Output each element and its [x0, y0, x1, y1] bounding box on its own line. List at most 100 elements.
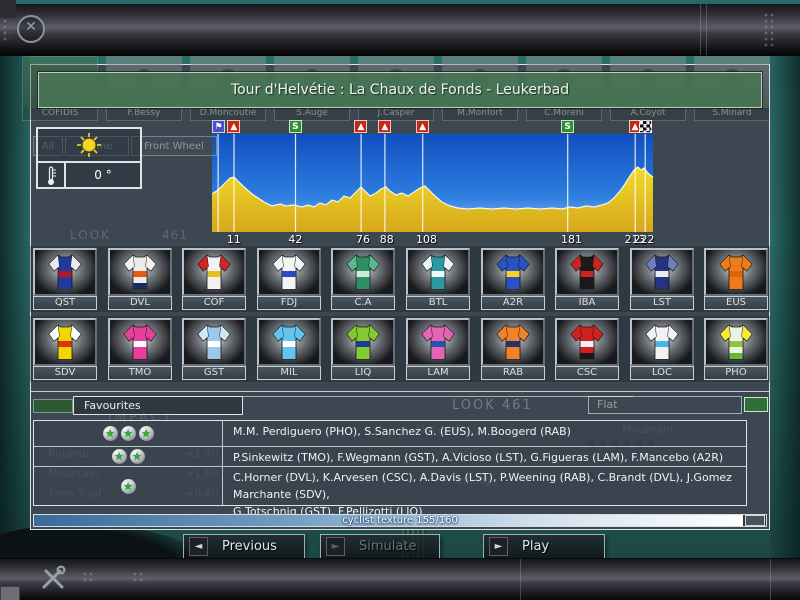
arrow-right-icon: ► — [489, 537, 508, 556]
favourites-riders-text: C.Horner (DVL), K.Arvesen (CSC), A.Davis… — [233, 471, 732, 518]
separator-line — [30, 391, 770, 392]
team-code-label: LIQ — [331, 366, 395, 380]
team-tile-MIL — [257, 318, 321, 366]
team-code-label: GST — [182, 366, 246, 380]
button-label: Play — [522, 539, 550, 554]
team-tile-C.A — [331, 248, 395, 296]
favourites-tab[interactable]: Favourites — [73, 396, 243, 415]
bg-bike-name: LOOK 461 — [452, 398, 533, 413]
button-label: Simulate — [359, 539, 417, 554]
team-tile-LOC — [630, 318, 694, 366]
team-tile-EUS — [704, 248, 768, 296]
rider-name-label: J.Casper — [359, 108, 433, 120]
team-jersey — [123, 324, 157, 360]
right-edge-shade — [770, 55, 800, 558]
previous-button[interactable]: ◄ Previous — [183, 534, 305, 559]
km-label: 88 — [379, 233, 394, 246]
team-jersey — [421, 254, 455, 290]
team-code-label: PHO — [704, 366, 768, 380]
progress-label: cyclist texture 155/160 — [342, 515, 458, 526]
star-icon: ★ — [111, 449, 127, 464]
team-jersey — [346, 324, 380, 360]
team-tile-RAB — [481, 318, 545, 366]
team-code-label: IBA — [555, 296, 619, 310]
team-code-label: RAB — [481, 366, 545, 380]
star-icon: ★ — [120, 426, 136, 441]
favourites-green-box — [33, 399, 73, 413]
team-tile-PHO — [704, 318, 768, 366]
team-jersey — [346, 254, 380, 290]
profile-marker-climb-icon: ▲ — [378, 120, 392, 133]
km-label: 181 — [561, 233, 583, 246]
km-label: 108 — [416, 233, 438, 246]
team-code-label: LOC — [630, 366, 694, 380]
bg-flat-box: Flat — [588, 396, 742, 414]
team-code-label: LST — [630, 296, 694, 310]
team-jersey — [48, 324, 82, 360]
team-tile-LAM — [406, 318, 470, 366]
team-tile-A2R — [481, 248, 545, 296]
favourites-riders-text: M.M. Perdiguero (PHO), S.Sanchez G. (EUS… — [233, 425, 571, 438]
rider-name-label: COFIDIS — [23, 108, 97, 120]
bar-seam — [700, 4, 701, 55]
favourites-row: ★ C.Horner (DVL), K.Arvesen (CSC), A.Davi… — [34, 467, 746, 518]
team-code-label: CSC — [555, 366, 619, 380]
bg-bike-brand: LOOK — [70, 228, 112, 242]
team-tile-TMO — [108, 318, 172, 366]
favourites-riders-text: P.Sinkewitz (TMO), F.Wegmann (GST), A.Vi… — [233, 451, 724, 464]
thermometer-icon — [48, 166, 56, 185]
dot-pattern — [763, 12, 773, 48]
left-edge-shade — [0, 55, 30, 558]
sun-icon — [77, 133, 101, 157]
star-icon: ★ — [138, 426, 154, 441]
simulate-button[interactable]: ► Simulate — [320, 534, 440, 559]
team-code-label: LAM — [406, 366, 470, 380]
team-jersey — [197, 324, 231, 360]
stage-elevation-profile — [211, 134, 654, 232]
team-code-label: QST — [33, 296, 97, 310]
rider-name-label: M.Monfort — [443, 108, 517, 120]
close-icon[interactable]: ✕ — [17, 15, 45, 43]
team-code-label: MIL — [257, 366, 321, 380]
profile-marker-climb-icon: ▲ — [227, 120, 241, 133]
race-title-banner: Tour d'Helvétie : La Chaux de Fonds - Le… — [38, 72, 762, 108]
team-jersey — [48, 254, 82, 290]
rider-name-label: D.Moncoutié — [191, 108, 265, 120]
arrow-left-icon: ◄ — [189, 537, 208, 556]
team-jersey — [719, 254, 753, 290]
play-button[interactable]: ► Play — [483, 534, 605, 559]
weather-widget: 0 ° — [36, 127, 142, 189]
team-tile-IBA — [555, 248, 619, 296]
dot-pattern — [2, 18, 10, 42]
team-jersey — [645, 324, 679, 360]
team-jersey — [719, 324, 753, 360]
rider-name-label: S.Augé — [275, 108, 349, 120]
rider-name-label: A.Coyot — [611, 108, 685, 120]
star-icon: ★ — [129, 449, 145, 464]
profile-marker-sprint-icon: S — [561, 120, 575, 133]
team-jersey — [496, 254, 530, 290]
tools-icon — [42, 565, 66, 589]
team-tile-FDJ — [257, 248, 321, 296]
tab-extension-line — [243, 396, 633, 397]
rider-name-label: F.Bessy — [107, 108, 181, 120]
team-jersey — [272, 324, 306, 360]
team-code-label: C.A — [331, 296, 395, 310]
temperature-value: 0 ° — [94, 168, 112, 182]
star-rating-cell: ★ — [34, 467, 223, 505]
team-tile-BTL — [406, 248, 470, 296]
team-code-label: EUS — [704, 296, 768, 310]
bg-flat-label: Flat — [597, 398, 618, 411]
profile-marker-climb-icon: ▲ — [354, 120, 368, 133]
team-code-label: COF — [182, 296, 246, 310]
team-code-label: TMO — [108, 366, 172, 380]
corner-block — [0, 0, 16, 18]
star-icon: ★ — [120, 478, 136, 494]
team-code-label: A2R — [481, 296, 545, 310]
team-tile-CSC — [555, 318, 619, 366]
profile-marker-sprint-icon: S — [288, 120, 302, 133]
bar-seam — [770, 559, 771, 600]
rider-name-label: C.Moreni — [527, 108, 601, 120]
game-screen: ✕ COFIDIS F.Bessy D.Moncoutié S.Augé J.Caspe… — [0, 0, 800, 600]
team-jersey — [123, 254, 157, 290]
